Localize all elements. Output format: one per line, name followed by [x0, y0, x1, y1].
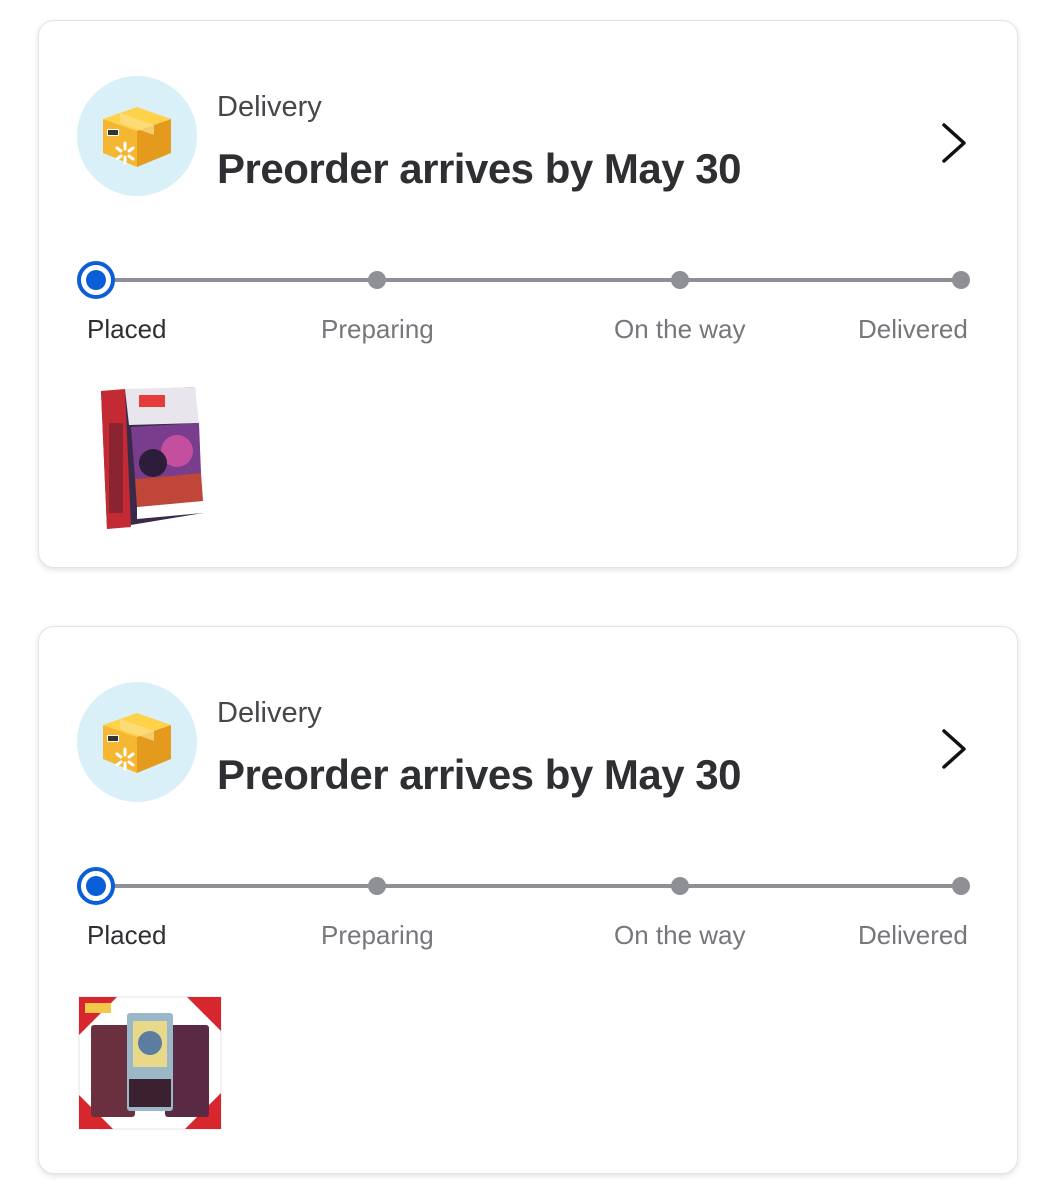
step-label-preparing: Preparing — [321, 314, 434, 344]
step-label-delivered: Delivered — [858, 314, 968, 344]
step-label-on-the-way: On the way — [614, 920, 746, 950]
order-card[interactable]: Delivery Preorder arrives by May 30 Plac… — [38, 20, 1018, 568]
step-marker-on-the-way — [671, 271, 689, 289]
step-marker-placed — [77, 261, 115, 299]
package-avatar — [77, 682, 197, 802]
step-label-on-the-way: On the way — [614, 314, 746, 344]
step-marker-delivered — [952, 271, 970, 289]
progress-track — [96, 278, 961, 282]
package-icon — [103, 713, 171, 773]
package-icon — [103, 107, 171, 167]
step-marker-placed — [77, 867, 115, 905]
chevron-right-icon[interactable] — [934, 121, 974, 165]
arrival-headline: Preorder arrives by May 30 — [217, 145, 741, 192]
step-label-placed: Placed — [87, 314, 167, 344]
step-marker-on-the-way — [671, 877, 689, 895]
product-thumbnail-booster-box[interactable] — [95, 383, 205, 533]
fulfillment-type: Delivery — [217, 91, 322, 123]
progress-track — [96, 884, 961, 888]
step-marker-delivered — [952, 877, 970, 895]
product-thumbnail-blister-pack[interactable] — [77, 995, 223, 1131]
step-label-preparing: Preparing — [321, 920, 434, 950]
package-avatar — [77, 76, 197, 196]
chevron-right-icon[interactable] — [934, 727, 974, 771]
arrival-headline: Preorder arrives by May 30 — [217, 751, 741, 798]
step-marker-preparing — [368, 271, 386, 289]
step-marker-preparing — [368, 877, 386, 895]
step-label-delivered: Delivered — [858, 920, 968, 950]
order-card[interactable]: Delivery Preorder arrives by May 30 Plac… — [38, 626, 1018, 1174]
fulfillment-type: Delivery — [217, 697, 322, 729]
step-label-placed: Placed — [87, 920, 167, 950]
